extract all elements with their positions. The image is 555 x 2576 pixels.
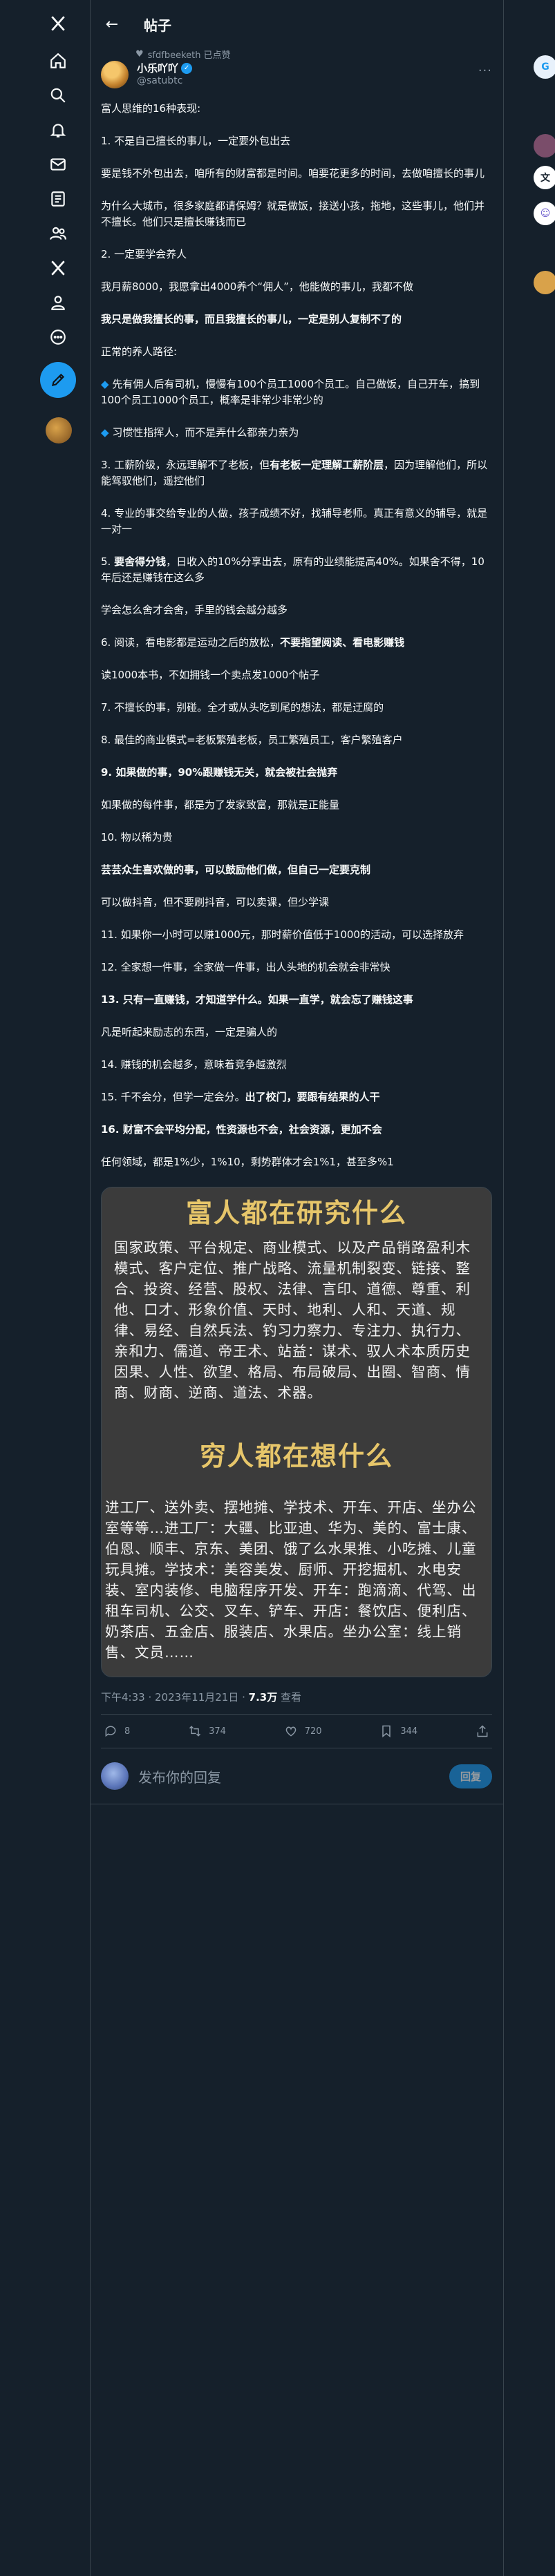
tweet-body: 富人思维的16种表现: 1. 不是自己擅长的事儿，一定要外包出去要是钱不外包出去，… <box>90 94 503 1170</box>
bookmark-button[interactable]: 344 <box>379 1724 417 1738</box>
bookmark-icon <box>382 1725 391 1738</box>
tweet-paragraph: 任何领域，都是1%少，1%10，剩势群体才会1%1，甚至多%1 <box>101 1156 394 1168</box>
author-handle[interactable]: @satubtc <box>137 75 192 86</box>
tweet-paragraph: 可以做抖音，但不要刷抖音，可以卖课，但少学课 <box>101 896 330 908</box>
user-avatar <box>101 1762 129 1790</box>
tweet-paragraph: 9. 如果做的事，90%跟赚钱无关，就会被社会抛弃 <box>101 766 338 779</box>
page-title: 帖子 <box>144 17 171 34</box>
tweet-paragraph: 14. 赚钱的机会越多，意味着竞争越激烈 <box>101 1058 287 1071</box>
tweet-meta: 下午4:33 · 2023年11月21日 · 7.3万 查看 <box>101 1691 302 1704</box>
tweet-paragraph: 读1000本书，不如拥钱一个卖点发1000个帖子 <box>101 669 320 681</box>
image-poor-text: 进工厂、送外卖、摆地摊、学技术、开车、开店、坐办公室等等…进工厂：大疆、比亚迪、… <box>105 1499 477 1661</box>
share-icon <box>477 1725 488 1737</box>
reply-submit-button[interactable]: 回复 <box>449 1764 492 1788</box>
tweet-paragraph: 2. 一定要学会养人 <box>101 248 187 260</box>
tweet-image[interactable]: 富人都在研究什么 国家政策、平台规定、商业模式、以及产品销路盈利木模式、客户定位… <box>101 1187 492 1677</box>
tweet-paragraph: 学会怎么舍才会舍，手里的钱会越分越多 <box>101 604 288 616</box>
tweet-paragraph: 富人思维的16种表现: <box>101 102 201 115</box>
tweet-paragraph: 12. 全家想一件事，全家做一件事，出人头地的机会就会非常快 <box>101 961 391 973</box>
repost-button[interactable]: 374 <box>188 1724 226 1738</box>
tweet-paragraph: 11. 如果你一小时可以赚1000元，那时薪价值低于1000的活动，可以选择放弃 <box>101 928 464 941</box>
tweet-author: 小乐吖吖 ✓ @satubtc ··· <box>90 59 503 94</box>
image-poor-title: 穷人都在想什么 <box>199 1441 393 1471</box>
author-name-row[interactable]: 小乐吖吖 ✓ <box>137 61 193 75</box>
main-column: ← 帖子 ♥ sfdfbeeketh 已点赞 小乐吖吖 ✓ @satubtc ·… <box>90 0 504 2576</box>
header-bar: ← 帖子 <box>90 0 503 48</box>
tweet-paragraph: 16. 财富不会平均分配，性资源也不会，社会资源，更加不会 <box>101 1123 382 1136</box>
side-avatar-icon[interactable] <box>534 134 555 158</box>
social-context-label: sfdfbeeketh 已点赞 <box>147 50 231 61</box>
like-small-icon: ♥ <box>135 48 144 59</box>
tweet-paragraph: 6. 阅读，看电影都是运动之后的放松，不要指望阅读、看电影赚钱 <box>101 636 405 649</box>
tweet-paragraph: 15. 千不会分，但学一定会分。出了校门，要跟有结果的人干 <box>101 1091 380 1103</box>
search-icon[interactable] <box>44 82 72 109</box>
more-options-icon[interactable]: ··· <box>478 64 492 78</box>
action-bar: 8 374 720 344 <box>101 1714 492 1748</box>
emphasis-text: 要舍得分钱 <box>114 555 167 568</box>
home-icon[interactable] <box>44 47 72 75</box>
emphasis-text: 不要指望阅读、看电影赚钱 <box>280 636 405 649</box>
tweet-paragraph: 7. 不擅长的事，别碰。全才或从头吃到尾的想法，都是迂腐的 <box>101 701 384 714</box>
reply-count: 8 <box>124 1726 131 1737</box>
social-context[interactable]: ♥ sfdfbeeketh 已点赞 <box>135 48 503 61</box>
image-rich-title: 富人都在研究什么 <box>185 1198 407 1228</box>
account-avatar[interactable] <box>46 417 72 443</box>
reply-button[interactable]: 8 <box>104 1724 130 1738</box>
like-icon <box>285 1726 297 1737</box>
emphasis-text: 有老板一定理解工薪阶层 <box>270 459 384 471</box>
tweet-paragraph: 3. 工薪阶级，永远理解不了老板，但有老板一定理解工薪阶层，因为理解他们，所以能… <box>101 459 488 487</box>
tweet-paragraph: 5. 要舍得分钱，日收入的10%分享出去，原有的业绩能提高40%。如果舍不得，1… <box>101 555 485 584</box>
tweet-paragraph: 1. 不是自己擅长的事儿，一定要外包出去 <box>101 135 291 147</box>
messages-icon[interactable] <box>44 151 72 178</box>
emphasis-text: 出了校门，要跟有结果的人干 <box>245 1091 380 1103</box>
verified-badge-icon: ✓ <box>181 62 193 74</box>
tweet-paragraph: 8. 最佳的商业模式=老板繁殖老板，员工繁殖员工，客户繁殖客户 <box>101 734 403 746</box>
diamond-bullet-icon: ◆ <box>101 426 113 439</box>
repost-count: 374 <box>209 1726 226 1737</box>
left-nav <box>0 0 91 2576</box>
back-arrow-icon[interactable]: ← <box>100 12 124 37</box>
tweet-paragraph: 我只是做我擅长的事，而且我擅长的事儿，一定是别人复制不了的 <box>101 313 402 325</box>
like-button[interactable]: 720 <box>284 1724 322 1738</box>
grok-icon[interactable]: G <box>534 55 555 79</box>
tweet-paragraph: 13. 只有一直赚钱，才知道学什么。如果一直学，就会忘了赚钱这事 <box>101 993 413 1006</box>
side-avatar-icon-2[interactable] <box>534 271 555 294</box>
bookmarks-icon[interactable] <box>44 185 72 213</box>
author-avatar[interactable] <box>101 61 129 88</box>
image-rich-text: 国家政策、平台规定、商业模式、以及产品销路盈利木模式、客户定位、推广战略、流量机… <box>114 1239 471 1401</box>
share-button[interactable] <box>476 1724 489 1738</box>
assistant-icon[interactable]: ☺ <box>534 202 555 225</box>
author-name[interactable]: 小乐吖吖 <box>137 61 178 75</box>
author-info: 小乐吖吖 ✓ @satubtc <box>137 61 193 94</box>
profile-icon[interactable] <box>44 289 72 316</box>
tweet-paragraph: 为什么大城市，很多家庭都请保姆？就是做饭，接送小孩，拖地，这些事儿，他们并不擅长… <box>101 200 485 228</box>
more-icon[interactable] <box>44 323 72 351</box>
post-icon[interactable] <box>40 362 76 398</box>
view-count-label: 查看 <box>281 1691 302 1704</box>
tweet-paragraph: 凡是听起来励志的东西，一定是骗人的 <box>101 1026 278 1038</box>
x-logo-icon[interactable] <box>44 10 72 37</box>
tweet-paragraph: 要是钱不外包出去，咱所有的财富都是时间。咱要花更多的时间，去做咱擅长的事儿 <box>101 167 485 180</box>
reply-composer: 发布你的回复 回复 <box>90 1748 503 1804</box>
premium-icon[interactable] <box>44 254 72 282</box>
like-count: 720 <box>304 1726 322 1737</box>
repost-icon <box>189 1726 201 1737</box>
reply-input[interactable]: 发布你的回复 <box>138 1766 449 1786</box>
diamond-bullet-icon: ◆ <box>101 378 113 390</box>
translate-icon[interactable]: 文 <box>534 166 555 189</box>
tweet-paragraph: ◆ 习惯性指挥人，而不是弄什么都亲力亲为 <box>101 426 299 439</box>
tweet-paragraph: 4. 专业的事交给专业的人做，孩子成绩不好，找辅导老师。真正有意义的辅导，就是一… <box>101 507 488 535</box>
notifications-icon[interactable] <box>44 116 72 144</box>
tweet-paragraph: 10. 物以稀为贵 <box>101 831 173 843</box>
reply-icon <box>105 1726 116 1737</box>
tweet-timestamp[interactable]: 下午4:33 · 2023年11月21日 <box>101 1691 238 1704</box>
tweet-paragraph: 正常的养人路径: <box>101 345 178 358</box>
tweet-paragraph: 我月薪8000，我愿拿出4000养个“佣人”，他能做的事儿，我都不做 <box>101 280 413 293</box>
bookmark-count: 344 <box>400 1726 418 1737</box>
tweet-paragraph: ◆ 先有佣人后有司机，慢慢有100个员工1000个员工。自己做饭，自己开车，搞到… <box>101 378 480 406</box>
view-count: 7.3万 <box>248 1691 278 1704</box>
communities-icon[interactable] <box>44 220 72 247</box>
tweet-paragraph: 芸芸众生喜欢做的事，可以鼓励他们做，但自己一定要克制 <box>101 864 371 876</box>
tweet-paragraph: 如果做的每件事，都是为了发家致富，那就是正能量 <box>101 799 340 811</box>
